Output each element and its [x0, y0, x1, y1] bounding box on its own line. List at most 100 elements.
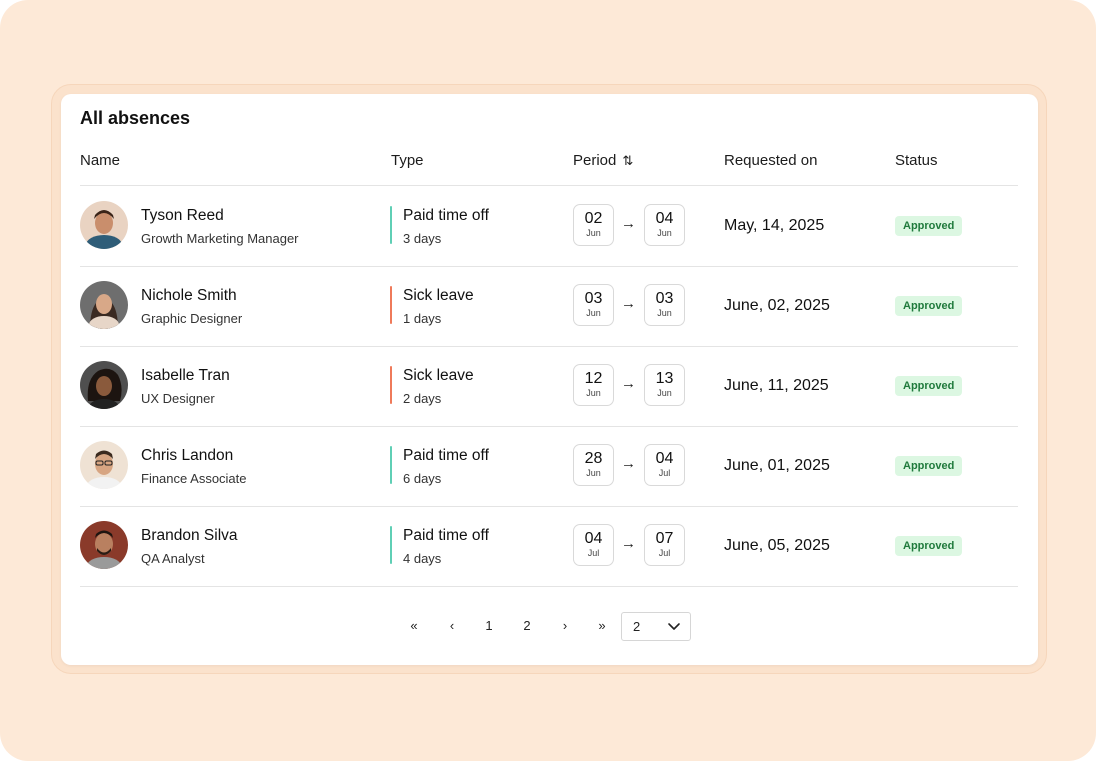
column-header-type[interactable]: Type	[391, 152, 424, 169]
status-badge: Approved	[895, 536, 963, 556]
table-row[interactable]: Chris Landon Finance Associate Paid time…	[80, 426, 1018, 506]
absence-days: 1 days	[403, 311, 442, 326]
avatar	[80, 201, 128, 249]
absence-days: 3 days	[403, 231, 442, 246]
period-end: 03 Jun	[644, 284, 685, 326]
column-header-status[interactable]: Status	[895, 152, 938, 169]
period-end-day: 13	[655, 370, 674, 387]
period-end-month: Jul	[658, 548, 671, 558]
period-start: 28 Jun	[573, 444, 614, 486]
arrow-right-icon: →	[621, 215, 636, 232]
table-row[interactable]: Brandon Silva QA Analyst Paid time off 4…	[80, 506, 1018, 586]
page-button-1[interactable]: 1	[479, 618, 499, 633]
requested-date: June, 01, 2025	[724, 457, 830, 474]
type-indicator	[390, 526, 392, 564]
absence-type: Sick leave	[403, 287, 474, 304]
column-header-requested[interactable]: Requested on	[724, 152, 817, 169]
period-start: 02 Jun	[573, 204, 614, 246]
table-row[interactable]: Nichole Smith Graphic Designer Sick leav…	[80, 266, 1018, 346]
period-end-day: 03	[655, 290, 674, 307]
period-start: 04 Jul	[573, 524, 614, 566]
avatar	[80, 361, 128, 409]
employee-name: Tyson Reed	[141, 207, 224, 224]
card-title: All absences	[80, 108, 191, 128]
per-page-select[interactable]: 2	[621, 612, 691, 641]
avatar	[80, 281, 128, 329]
employee-role: UX Designer	[141, 391, 215, 406]
status-badge: Approved	[895, 296, 963, 316]
table-row[interactable]: Isabelle Tran UX Designer Sick leave 2 d…	[80, 346, 1018, 426]
period-end-month: Jun	[657, 228, 672, 238]
arrow-right-icon: →	[621, 455, 636, 472]
type-indicator	[390, 446, 392, 484]
first-page-button[interactable]: «	[404, 618, 424, 633]
period-end-day: 04	[655, 450, 674, 467]
pagination: « ‹ 1 2 › » 2	[61, 611, 1038, 641]
absence-days: 4 days	[403, 551, 442, 566]
period-start-day: 04	[584, 530, 603, 547]
employee-name: Brandon Silva	[141, 527, 238, 544]
period-start: 03 Jun	[573, 284, 614, 326]
absences-card: All absences Name Type Period ⇅ Requested…	[61, 94, 1038, 665]
period-end: 04 Jul	[644, 444, 685, 486]
requested-date: May, 14, 2025	[724, 217, 825, 234]
requested-date: June, 05, 2025	[724, 537, 830, 554]
table-row[interactable]: Tyson Reed Growth Marketing Manager Paid…	[80, 186, 1018, 266]
avatar	[80, 441, 128, 489]
absence-type: Paid time off	[403, 447, 489, 464]
column-header-name[interactable]: Name	[80, 152, 120, 169]
absence-type: Paid time off	[403, 207, 489, 224]
employee-name: Isabelle Tran	[141, 367, 230, 384]
table-header: Name Type Period ⇅ Requested on Status	[80, 152, 1018, 186]
period-start-month: Jun	[586, 228, 601, 238]
period-start-month: Jun	[586, 468, 601, 478]
period-end-month: Jun	[657, 388, 672, 398]
absence-type: Sick leave	[403, 367, 474, 384]
column-header-period[interactable]: Period ⇅	[573, 152, 633, 169]
arrow-right-icon: →	[621, 375, 636, 392]
period-end-month: Jul	[658, 468, 671, 478]
sort-arrows-icon[interactable]: ⇅	[622, 153, 633, 168]
period-start-day: 12	[584, 370, 603, 387]
row-divider	[80, 586, 1018, 587]
period-start-month: Jul	[587, 548, 600, 558]
prev-page-button[interactable]: ‹	[442, 618, 462, 633]
next-page-button[interactable]: ›	[555, 618, 575, 633]
absence-type: Paid time off	[403, 527, 489, 544]
page-button-2[interactable]: 2	[517, 618, 537, 633]
absence-days: 2 days	[403, 391, 442, 406]
period-start-month: Jun	[586, 308, 601, 318]
type-indicator	[390, 206, 392, 244]
period-start-day: 03	[584, 290, 603, 307]
chevron-down-icon	[667, 619, 681, 636]
period-end: 13 Jun	[644, 364, 685, 406]
status-badge: Approved	[895, 456, 963, 476]
period-start: 12 Jun	[573, 364, 614, 406]
last-page-button[interactable]: »	[592, 618, 612, 633]
column-header-period-label: Period	[573, 152, 617, 169]
status-badge: Approved	[895, 216, 963, 236]
arrow-right-icon: →	[621, 295, 636, 312]
employee-name: Nichole Smith	[141, 287, 237, 304]
period-end-month: Jun	[657, 308, 672, 318]
period-end: 07 Jul	[644, 524, 685, 566]
employee-role: Finance Associate	[141, 471, 247, 486]
period-end-day: 04	[655, 210, 674, 227]
period-start-day: 28	[584, 450, 603, 467]
employee-role: QA Analyst	[141, 551, 205, 566]
avatar	[80, 521, 128, 569]
status-badge: Approved	[895, 376, 963, 396]
type-indicator	[390, 366, 392, 404]
requested-date: June, 11, 2025	[724, 377, 829, 394]
period-start-day: 02	[584, 210, 603, 227]
requested-date: June, 02, 2025	[724, 297, 830, 314]
absence-days: 6 days	[403, 471, 442, 486]
employee-role: Growth Marketing Manager	[141, 231, 299, 246]
employee-role: Graphic Designer	[141, 311, 243, 326]
period-end: 04 Jun	[644, 204, 685, 246]
type-indicator	[390, 286, 392, 324]
per-page-value: 2	[633, 619, 641, 634]
period-start-month: Jun	[586, 388, 601, 398]
arrow-right-icon: →	[621, 535, 636, 552]
employee-name: Chris Landon	[141, 447, 234, 464]
